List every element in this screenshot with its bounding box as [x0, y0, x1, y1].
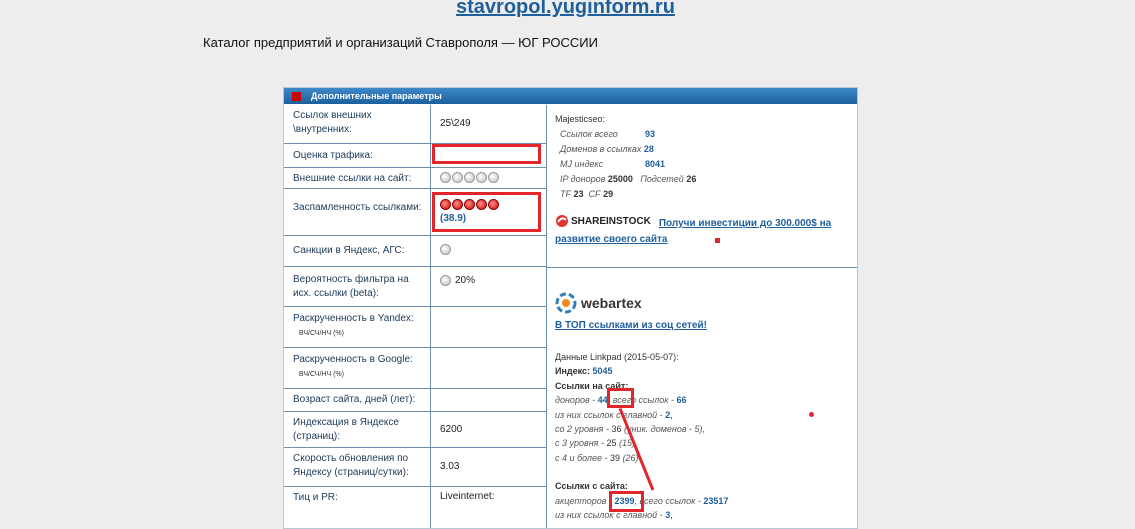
panel-title: Дополнительные параметры: [311, 91, 442, 101]
filter-value: 20%: [455, 275, 476, 286]
filter-probability: 20%: [440, 275, 475, 286]
majestic-title: Majesticseo:: [555, 114, 606, 124]
table-row: Возраст сайта, дней (лет):: [284, 389, 546, 412]
shareinstock-ad: SHAREINSTOCK Получи инвестиции до 300.00…: [555, 214, 845, 248]
majestic-stats: Ссылок всего 93 Доменов в ссылках 28 MJ и…: [560, 129, 697, 199]
table-row: Индексация в Яндексе (страниц): 6200: [284, 412, 546, 448]
table-row: Раскрученность в Yandex: ВЧ/СЧ/НЧ (%): [284, 307, 546, 348]
grey-circle-icon: [464, 172, 475, 183]
row-value: 6200: [440, 424, 463, 435]
grey-circle-icon: [488, 172, 499, 183]
column-divider: [546, 105, 547, 528]
table-row: Внешние ссылки на сайт:: [284, 168, 546, 189]
row-label: Раскрученность в Yandex: ВЧ/СЧ/НЧ (%): [293, 313, 414, 337]
row-label: Заспамленность ссылками:: [293, 202, 422, 213]
annotation-box: [609, 491, 644, 512]
panel-header: Дополнительные параметры: [284, 88, 857, 104]
table-row: Вероятность фильтра на исх. ссылки (beta…: [284, 267, 546, 307]
row-label: Тиц и PR:: [293, 492, 338, 503]
table-row: Тиц и PR: Liveinternet:: [284, 487, 546, 517]
annotation-box: [432, 192, 541, 232]
table-row: Санкции в Яндекс, АГС:: [284, 236, 546, 267]
row-value: 3.03: [440, 461, 460, 472]
webartex-logo-icon: [555, 292, 577, 314]
table-row: Ссылок внешних \внутренних: 25\249: [284, 105, 546, 144]
params-table: Ссылок внешних \внутренних: 25\249 Оценк…: [284, 105, 546, 517]
shareinstock-logo-icon: [556, 215, 568, 227]
majestic-block: Majesticseo: Ссылок всего 93 Доменов в сс…: [555, 112, 696, 202]
sanctions-indicator: [440, 244, 451, 258]
table-row: Скорость обновления по Яндексу (страниц/…: [284, 448, 546, 487]
grey-circle-icon: [476, 172, 487, 183]
table-row: Раскрученность в Google: ВЧ/СЧ/НЧ (%): [284, 348, 546, 389]
linkpad-title: Данные Linkpad (2015-05-07):: [555, 352, 679, 362]
red-square-icon: [292, 91, 301, 101]
grey-circle-icon: [440, 172, 451, 183]
row-value: 25\249: [440, 118, 471, 129]
shareinstock-logo: SHAREINSTOCK: [555, 214, 651, 228]
webartex-logo: webartex: [555, 292, 707, 314]
site-title-link[interactable]: stavropol.yuginform.ru: [456, 0, 675, 19]
params-panel: Дополнительные параметры Ссылок внешних …: [283, 87, 858, 529]
grey-circle-icon: [440, 244, 451, 255]
section-divider: [547, 267, 857, 268]
row-value: Liveinternet:: [440, 491, 495, 502]
column-divider: [430, 105, 431, 528]
row-label: Ссылок внешних \внутренних:: [293, 110, 372, 135]
grey-circle-icon: [452, 172, 463, 183]
webartex-link[interactable]: В ТОП ссылками из соц сетей!: [555, 320, 707, 331]
annotation-mark: [715, 238, 720, 243]
row-label: Индексация в Яндексе (страниц):: [293, 417, 399, 442]
row-label: Внешние ссылки на сайт:: [293, 173, 412, 184]
external-links-rating: [440, 172, 499, 183]
page-subtitle: Каталог предприятий и организаций Ставро…: [203, 35, 598, 50]
row-label: Оценка трафика:: [293, 150, 373, 161]
row-label: Возраст сайта, дней (лет):: [293, 394, 416, 405]
grey-circle-icon: [440, 275, 451, 286]
annotation-mark: [809, 412, 814, 417]
row-label: Раскрученность в Google: ВЧ/СЧ/НЧ (%): [293, 354, 413, 378]
annotation-box: [607, 388, 634, 408]
webartex-ad: webartex В ТОП ссылками из соц сетей!: [555, 292, 707, 331]
row-label: Скорость обновления по Яндексу (страниц/…: [293, 453, 409, 478]
annotation-box: [432, 144, 541, 164]
row-label: Вероятность фильтра на исх. ссылки (beta…: [293, 274, 409, 299]
row-label: Санкции в Яндекс, АГС:: [293, 245, 405, 256]
